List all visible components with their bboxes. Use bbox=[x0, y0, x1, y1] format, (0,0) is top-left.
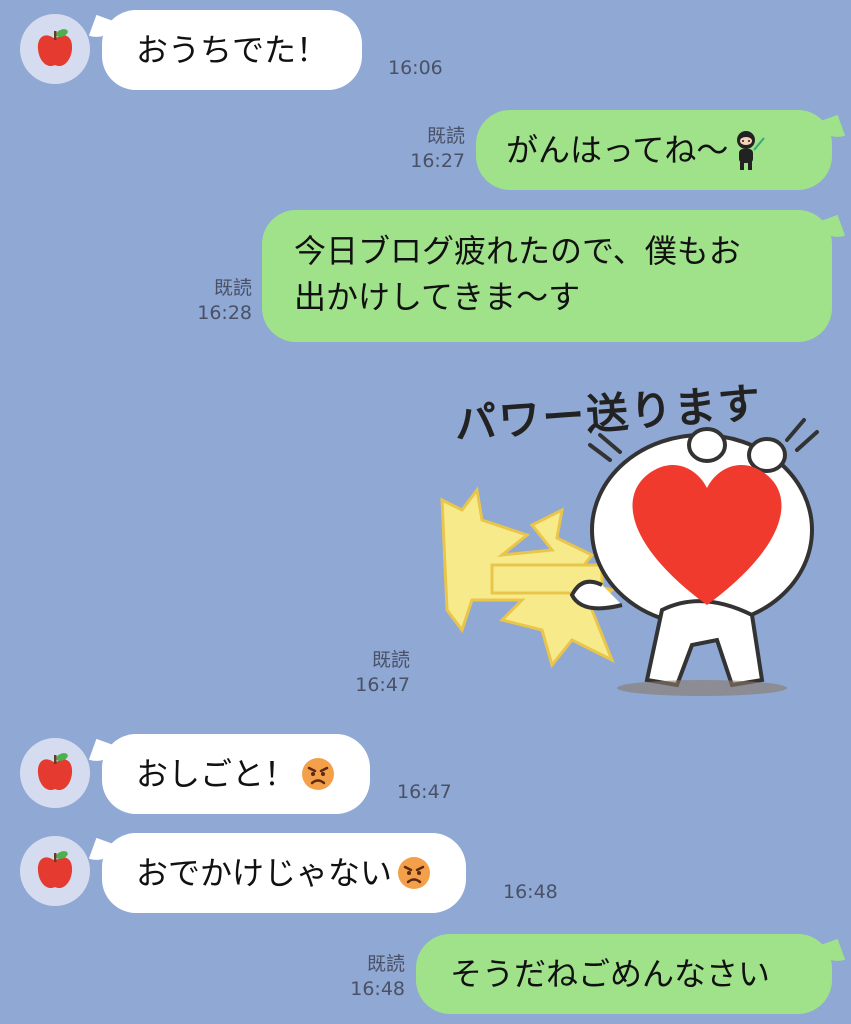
read-receipt: 既読 16:27 bbox=[410, 125, 465, 172]
sticker-message[interactable]: パワー送ります bbox=[432, 360, 832, 710]
apple-icon bbox=[37, 753, 73, 791]
contact-avatar[interactable] bbox=[20, 836, 90, 906]
apple-icon bbox=[37, 29, 73, 67]
apple-icon bbox=[37, 851, 73, 889]
message-time: 16:47 bbox=[397, 781, 452, 803]
message-text-line: 今日ブログ疲れたので、僕もお bbox=[294, 232, 741, 270]
incoming-message[interactable]: おうちでた！ bbox=[102, 10, 363, 90]
message-text: がんはってね〜 bbox=[506, 130, 729, 169]
message-text-line: 出かけしてきま〜す bbox=[294, 278, 581, 317]
ninja-emoji-icon bbox=[737, 131, 766, 170]
outgoing-message[interactable]: 今日ブログ疲れたので、僕もお 出かけしてきま〜す bbox=[262, 210, 832, 342]
contact-avatar[interactable] bbox=[20, 738, 90, 808]
outgoing-message[interactable]: がんはってね〜 bbox=[476, 110, 832, 190]
message-text: おうちでた！ bbox=[136, 30, 329, 69]
chat-area: おうちでた！ 16:06 既読 16:27 がんはってね〜 既読 16:28 今… bbox=[0, 0, 851, 1024]
angry-face-icon bbox=[398, 857, 431, 889]
angry-face-icon bbox=[302, 758, 335, 790]
message-text: おでかけじゃない bbox=[136, 853, 393, 892]
read-receipt: 既読 16:48 bbox=[350, 953, 405, 1000]
read-receipt: 既読 16:47 bbox=[355, 649, 410, 696]
message-text: おしごと！ bbox=[136, 754, 297, 793]
read-receipt: 既読 16:28 bbox=[197, 277, 252, 324]
incoming-message[interactable]: おしごと！ bbox=[102, 734, 371, 814]
contact-avatar[interactable] bbox=[20, 14, 90, 84]
outgoing-message[interactable]: そうだねごめんなさい bbox=[416, 934, 832, 1014]
message-text: そうだねごめんなさい bbox=[450, 954, 771, 993]
message-time: 16:06 bbox=[388, 57, 443, 79]
bear-power-sticker-icon bbox=[440, 418, 819, 696]
message-time: 16:48 bbox=[503, 881, 558, 903]
incoming-message[interactable]: おでかけじゃない bbox=[102, 833, 467, 913]
